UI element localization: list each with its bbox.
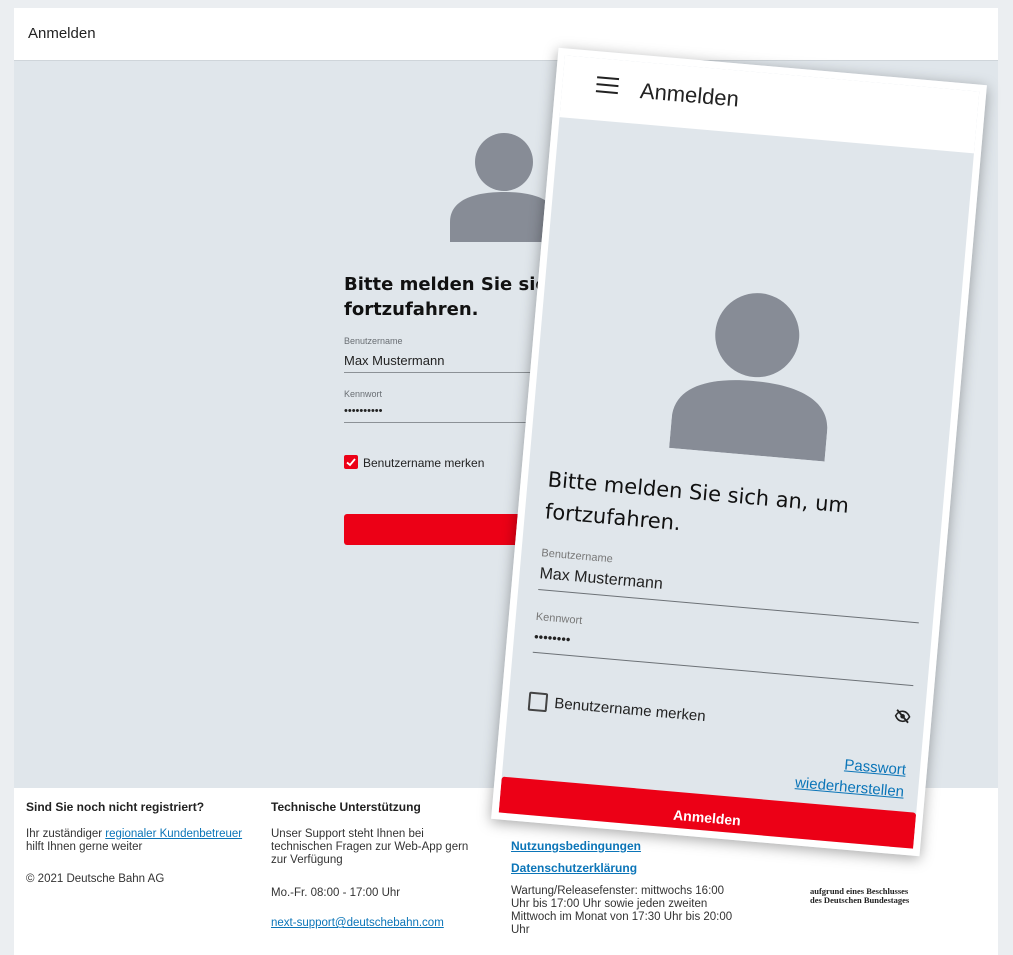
mobile-login-heading: Bitte melden Sie sich an, um fortzufahre…: [544, 467, 850, 536]
government-funding-note: aufgrund eines Beschlusses des Deutschen…: [810, 886, 910, 905]
support-email-link[interactable]: next-support@deutschebahn.com: [271, 917, 444, 930]
password-reset-link[interactable]: Passwort wiederherstellen: [787, 750, 906, 804]
mobile-remember-label[interactable]: Benutzername merken: [554, 695, 707, 725]
desktop-remember-label[interactable]: Benutzername merken: [363, 456, 484, 470]
eye-off-icon[interactable]: [894, 709, 911, 724]
desktop-remember-checkbox[interactable]: [344, 455, 358, 469]
mobile-username-input[interactable]: Max Mustermann: [539, 565, 664, 594]
mobile-login-screenshot: Anmelden Bitte melden Sie sich an, um fo…: [491, 47, 987, 857]
regional-advisor-link[interactable]: regionaler Kundenbetreuer: [105, 828, 242, 840]
footer-register-title: Sind Sie noch nicht registriert?: [26, 800, 205, 814]
mobile-remember-checkbox[interactable]: [527, 691, 549, 713]
mobile-username-underline: [538, 589, 919, 624]
desktop-password-input[interactable]: ••••••••••: [344, 405, 383, 417]
desktop-header: Anmelden: [14, 8, 998, 61]
mobile-username-label: Benutzername: [540, 547, 614, 566]
hamburger-icon[interactable]: [595, 76, 620, 95]
desktop-header-title: Anmelden: [28, 25, 96, 42]
footer-maintenance-text: Wartung/Releasefenster: mittwochs 16:00 …: [511, 885, 733, 936]
terms-link[interactable]: Nutzungsbedingungen: [511, 839, 641, 853]
desktop-password-label: Kennwort: [344, 389, 383, 399]
footer-support-text: Unser Support steht Ihnen bei technische…: [271, 828, 469, 866]
user-avatar-icon: [669, 293, 828, 462]
mobile-header-title: Anmelden: [639, 78, 740, 112]
privacy-link[interactable]: Datenschutzerklärung: [511, 861, 637, 875]
mobile-password-underline: [532, 651, 914, 687]
check-icon: [346, 458, 356, 467]
footer-support-title: Technische Unterstützung: [271, 800, 421, 814]
desktop-username-label: Benutzername: [344, 336, 403, 346]
footer-copyright: © 2021 Deutsche Bahn AG: [26, 873, 165, 885]
footer-register-text: Ihr zuständiger regionaler Kundenbetreue…: [26, 828, 243, 853]
mobile-password-input[interactable]: ••••••••: [533, 629, 571, 647]
desktop-username-input[interactable]: Max Mustermann: [344, 353, 444, 368]
mobile-password-label: Kennwort: [535, 610, 583, 627]
user-avatar-icon: [450, 133, 558, 242]
footer-support-hours: Mo.-Fr. 08:00 - 17:00 Uhr: [271, 887, 401, 899]
